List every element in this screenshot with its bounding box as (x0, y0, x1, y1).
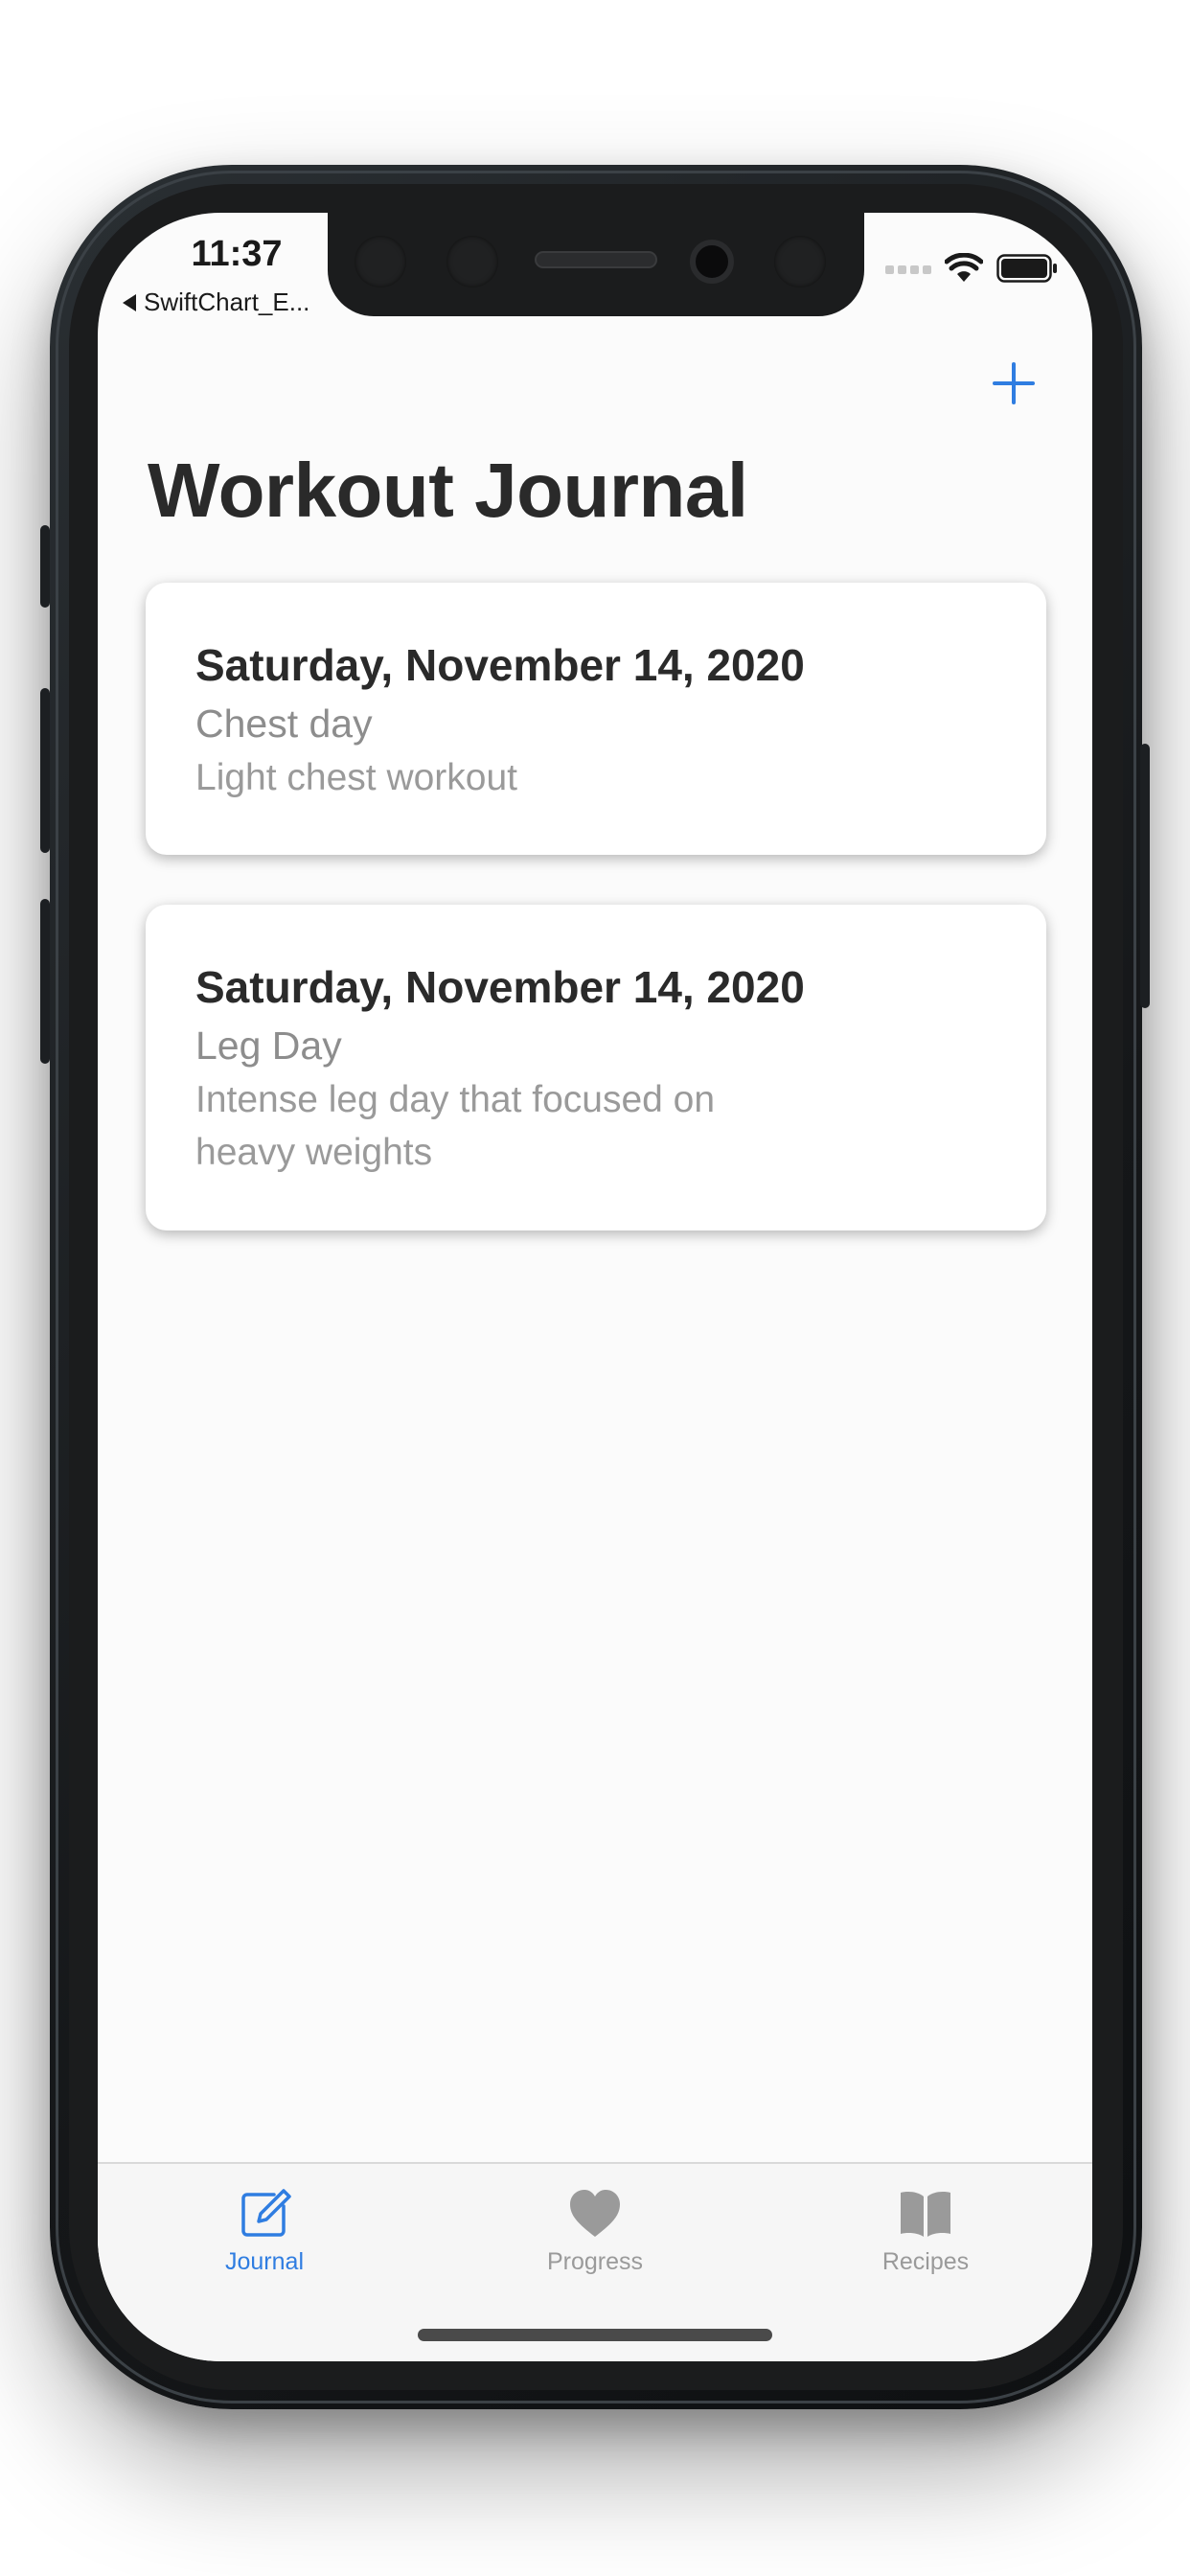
book-icon (901, 2192, 950, 2237)
journal-entry-card[interactable]: Saturday, November 14, 2020 Chest day Li… (146, 583, 1046, 855)
status-time: 11:37 (191, 234, 283, 274)
notch (328, 213, 864, 316)
home-indicator[interactable] (418, 2329, 772, 2341)
sensor-dot (774, 236, 826, 288)
sensor-dot (355, 236, 406, 288)
plus-icon (993, 362, 1035, 404)
volume-down-button (40, 899, 50, 1064)
page-title: Workout Journal (148, 448, 748, 533)
screen: 11:37 SwiftChart_E... Workout Journal Sa… (98, 213, 1092, 2361)
back-app-label: SwiftChart_E... (144, 288, 310, 316)
tab-progress-label: Progress (546, 2248, 644, 2275)
front-camera (690, 240, 734, 284)
power-button (1140, 744, 1150, 1008)
tab-recipes-label: Recipes (881, 2248, 970, 2275)
wifi-icon (945, 253, 983, 282)
canvas: 11:37 SwiftChart_E... Workout Journal Sa… (0, 0, 1190, 2576)
entry-description: Intense leg day that focused on heavy we… (195, 1079, 716, 1173)
battery-icon (996, 254, 1057, 283)
tab-recipes[interactable]: Recipes (830, 2185, 1021, 2276)
back-triangle-icon (123, 294, 136, 311)
entry-title: Chest day (195, 702, 373, 746)
volume-up-button (40, 688, 50, 853)
entry-title: Leg Day (195, 1024, 342, 1068)
heart-icon (570, 2190, 620, 2237)
entry-date: Saturday, November 14, 2020 (195, 640, 805, 690)
speaker-grille (535, 251, 657, 268)
entry-date: Saturday, November 14, 2020 (195, 962, 805, 1012)
journal-entry-card[interactable]: Saturday, November 14, 2020 Leg Day Inte… (146, 905, 1046, 1230)
status-icons (885, 253, 1058, 284)
signal-icon (885, 265, 931, 274)
mute-switch (40, 525, 50, 608)
tab-progress[interactable]: Progress (499, 2185, 691, 2276)
add-button[interactable] (985, 355, 1042, 412)
back-to-app-link[interactable]: SwiftChart_E... (123, 288, 309, 317)
sensor-dot (446, 236, 498, 288)
tab-journal-label: Journal (225, 2248, 304, 2275)
entry-description: Light chest workout (195, 757, 518, 798)
tab-journal[interactable]: Journal (169, 2185, 360, 2276)
compose-icon (241, 2189, 291, 2237)
